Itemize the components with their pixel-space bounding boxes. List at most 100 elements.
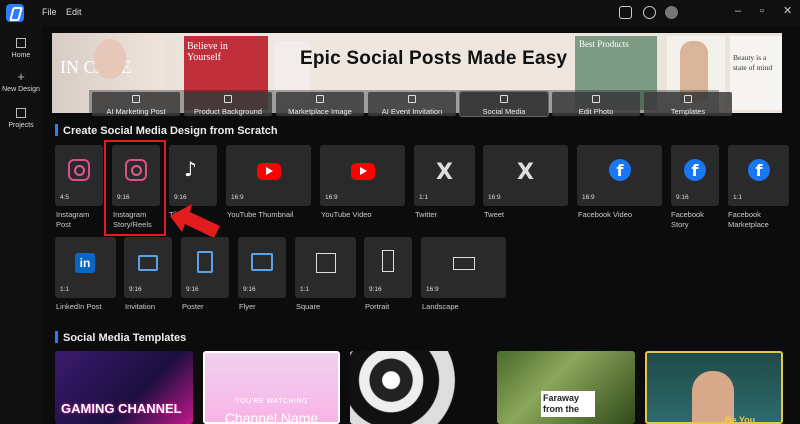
tab-product-background[interactable]: Product Background — [184, 92, 272, 116]
template-text-secondary: Channel Name — [224, 410, 319, 424]
tile-tiktok[interactable]: ♪ 9:16 — [169, 145, 217, 206]
close-icon[interactable]: ✕ — [783, 4, 792, 18]
tab-label: Social Media — [482, 107, 526, 116]
tab-ai-marketing-post[interactable]: AI Marketing Post — [92, 92, 180, 116]
tile-invitation[interactable]: 9:16 — [124, 237, 172, 298]
x-icon: X — [517, 160, 534, 185]
template-text: GAMING CHANNEL — [61, 401, 182, 416]
sidebar-item-new-design[interactable]: + New Design — [0, 69, 42, 93]
section-title-templates: Social Media Templates — [63, 332, 187, 344]
help-icon[interactable] — [643, 6, 656, 19]
tile-label: Poster — [182, 302, 204, 311]
highlight-box — [104, 140, 166, 236]
tile-label: Facebook Story — [671, 210, 704, 229]
youtube-icon — [351, 163, 375, 180]
banner-card-quote — [730, 36, 782, 110]
tile-portrait[interactable]: 9:16 — [364, 237, 412, 298]
minimize-icon[interactable]: – — [735, 4, 741, 18]
product-background-icon — [224, 95, 232, 103]
tab-marketplace-image[interactable]: Marketplace Image — [276, 92, 364, 116]
sidebar-item-projects[interactable]: Projects — [0, 108, 42, 129]
tile-youtube-video[interactable]: 16:9 — [320, 145, 405, 206]
tile-label: YouTube Thumbnail — [227, 210, 294, 219]
template-card-gaming[interactable]: GAMING CHANNEL — [55, 351, 193, 424]
sidebar-item-label: Home — [11, 52, 31, 59]
tile-landscape[interactable]: 16:9 — [421, 237, 506, 298]
linkedin-icon: in — [75, 253, 95, 273]
tile-facebook-video[interactable]: f 16:9 — [577, 145, 662, 206]
envelope-icon — [138, 255, 158, 271]
maximize-icon[interactable]: ▫ — [760, 4, 764, 18]
plus-icon: + — [17, 69, 25, 84]
tab-label: AI Event Invitation — [381, 107, 443, 116]
edit-menu[interactable]: Edit — [66, 7, 82, 17]
banner-card-quote-text: Beauty is a state of mind — [733, 53, 773, 72]
tab-label: Product Background — [194, 107, 262, 116]
ratio-badge: 1:1 — [419, 194, 429, 201]
tile-label: Square — [296, 302, 321, 311]
model-face — [94, 39, 126, 79]
tile-label: Flyer — [239, 302, 256, 311]
tab-label: Marketplace Image — [288, 107, 352, 116]
tile-poster[interactable]: 9:16 — [181, 237, 229, 298]
ai-marketing-icon — [132, 95, 140, 103]
flyer-icon — [251, 253, 273, 271]
tile-label: Portrait — [365, 302, 390, 311]
ratio-badge: 9:16 — [129, 286, 142, 293]
tab-ai-event-invitation[interactable]: AI Event Invitation — [368, 92, 456, 116]
ratio-badge: 1:1 — [733, 194, 743, 201]
facebook-icon: f — [684, 159, 706, 181]
home-icon — [16, 38, 26, 48]
event-invitation-icon — [408, 95, 416, 103]
tiktok-icon: ♪ — [184, 157, 197, 181]
tile-label: Twitter — [415, 210, 438, 219]
tile-linkedin-post[interactable]: in 1:1 — [55, 237, 116, 298]
youtube-icon — [257, 163, 281, 180]
tile-instagram-post[interactable]: 4:5 — [55, 145, 103, 206]
tile-facebook-marketplace[interactable]: f 1:1 — [728, 145, 789, 206]
settings-gear-icon[interactable] — [619, 6, 632, 19]
tile-label: Invitation — [125, 302, 156, 311]
ratio-badge: 9:16 — [186, 286, 199, 293]
tab-social-media[interactable]: Social Media — [459, 91, 549, 117]
ratio-badge: 16:9 — [231, 194, 244, 201]
section-accent-bar — [55, 124, 58, 136]
template-card-nature[interactable]: Faraway from the — [497, 351, 635, 424]
file-menu[interactable]: File — [42, 7, 57, 17]
tile-tweet[interactable]: X 16:9 — [483, 145, 568, 206]
ratio-badge: 16:9 — [488, 194, 501, 201]
tile-label: Instagram Post — [56, 210, 90, 229]
tile-label: Landscape — [422, 302, 459, 311]
tile-label: Facebook Marketplace — [728, 210, 769, 229]
template-card-portrait[interactable]: Be You — [645, 351, 783, 424]
templates-icon — [684, 95, 692, 103]
template-card-abstract[interactable] — [350, 351, 487, 424]
ratio-badge: 16:9 — [325, 194, 338, 201]
sidebar-item-home[interactable]: Home — [0, 38, 42, 59]
section-accent-bar — [55, 331, 58, 343]
tile-youtube-thumbnail[interactable]: 16:9 — [226, 145, 311, 206]
category-tabs: AI Marketing Post Product Background Mar… — [89, 90, 732, 117]
tab-templates[interactable]: Templates — [644, 92, 732, 116]
banner-title: Epic Social Posts Made Easy — [300, 48, 568, 69]
tile-twitter[interactable]: X 1:1 — [414, 145, 475, 206]
facebook-icon: f — [748, 159, 770, 181]
tab-edit-photo[interactable]: Edit Photo — [552, 92, 640, 116]
ratio-badge: 9:16 — [676, 194, 689, 201]
template-text: YOU'RE WATCHING — [234, 398, 308, 405]
app-logo-icon — [6, 4, 24, 22]
banner-card-green-text: Best Products — [579, 39, 629, 49]
tile-square[interactable]: 1:1 — [295, 237, 356, 298]
social-media-icon — [500, 95, 508, 103]
avatar[interactable] — [665, 6, 678, 19]
ratio-badge: 16:9 — [426, 286, 439, 293]
folder-icon — [16, 108, 26, 118]
tile-flyer[interactable]: 9:16 — [238, 237, 286, 298]
template-card-channel[interactable]: YOU'RE WATCHING Channel Name — [203, 351, 340, 424]
template-text: Be You — [725, 415, 756, 424]
marketplace-icon — [316, 95, 324, 103]
tile-label: YouTube Video — [321, 210, 372, 219]
edit-photo-icon — [592, 95, 600, 103]
facebook-icon: f — [609, 159, 631, 181]
tile-facebook-story[interactable]: f 9:16 — [671, 145, 719, 206]
